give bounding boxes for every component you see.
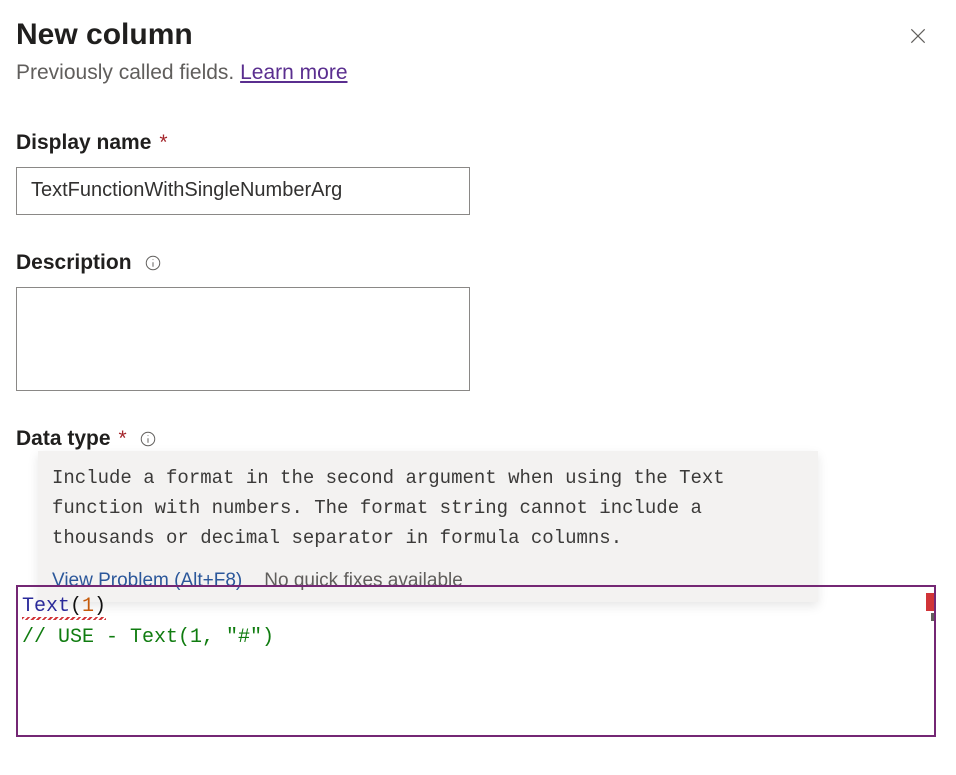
scroll-thumb-marker — [931, 613, 934, 621]
description-label: Description — [16, 251, 162, 275]
info-icon[interactable] — [139, 430, 157, 448]
subtitle-prefix: Previously called fields. — [16, 61, 240, 84]
close-icon — [908, 26, 928, 46]
display-name-label: Display name * — [16, 131, 168, 155]
panel-title: New column — [16, 18, 193, 53]
diagnostic-message: Include a format in the second argument … — [52, 463, 804, 554]
required-indicator: * — [119, 427, 127, 451]
description-input[interactable] — [16, 287, 470, 391]
error-gutter-marker — [926, 593, 934, 611]
learn-more-link[interactable]: Learn more — [240, 61, 347, 84]
formula-line: Text(1) — [22, 591, 106, 622]
error-underline: Text(1) — [22, 595, 106, 618]
panel-subtitle: Previously called fields. Learn more — [16, 61, 940, 85]
info-icon[interactable] — [144, 254, 162, 272]
formula-comment: // USE - Text(1, "#") — [22, 622, 930, 653]
data-type-label: Data type * — [16, 427, 157, 451]
close-button[interactable] — [902, 20, 934, 52]
formula-editor[interactable]: Text(1) // USE - Text(1, "#") — [16, 585, 936, 737]
required-indicator: * — [159, 131, 167, 155]
display-name-input[interactable] — [16, 167, 470, 215]
diagnostic-tooltip: Include a format in the second argument … — [38, 451, 818, 602]
